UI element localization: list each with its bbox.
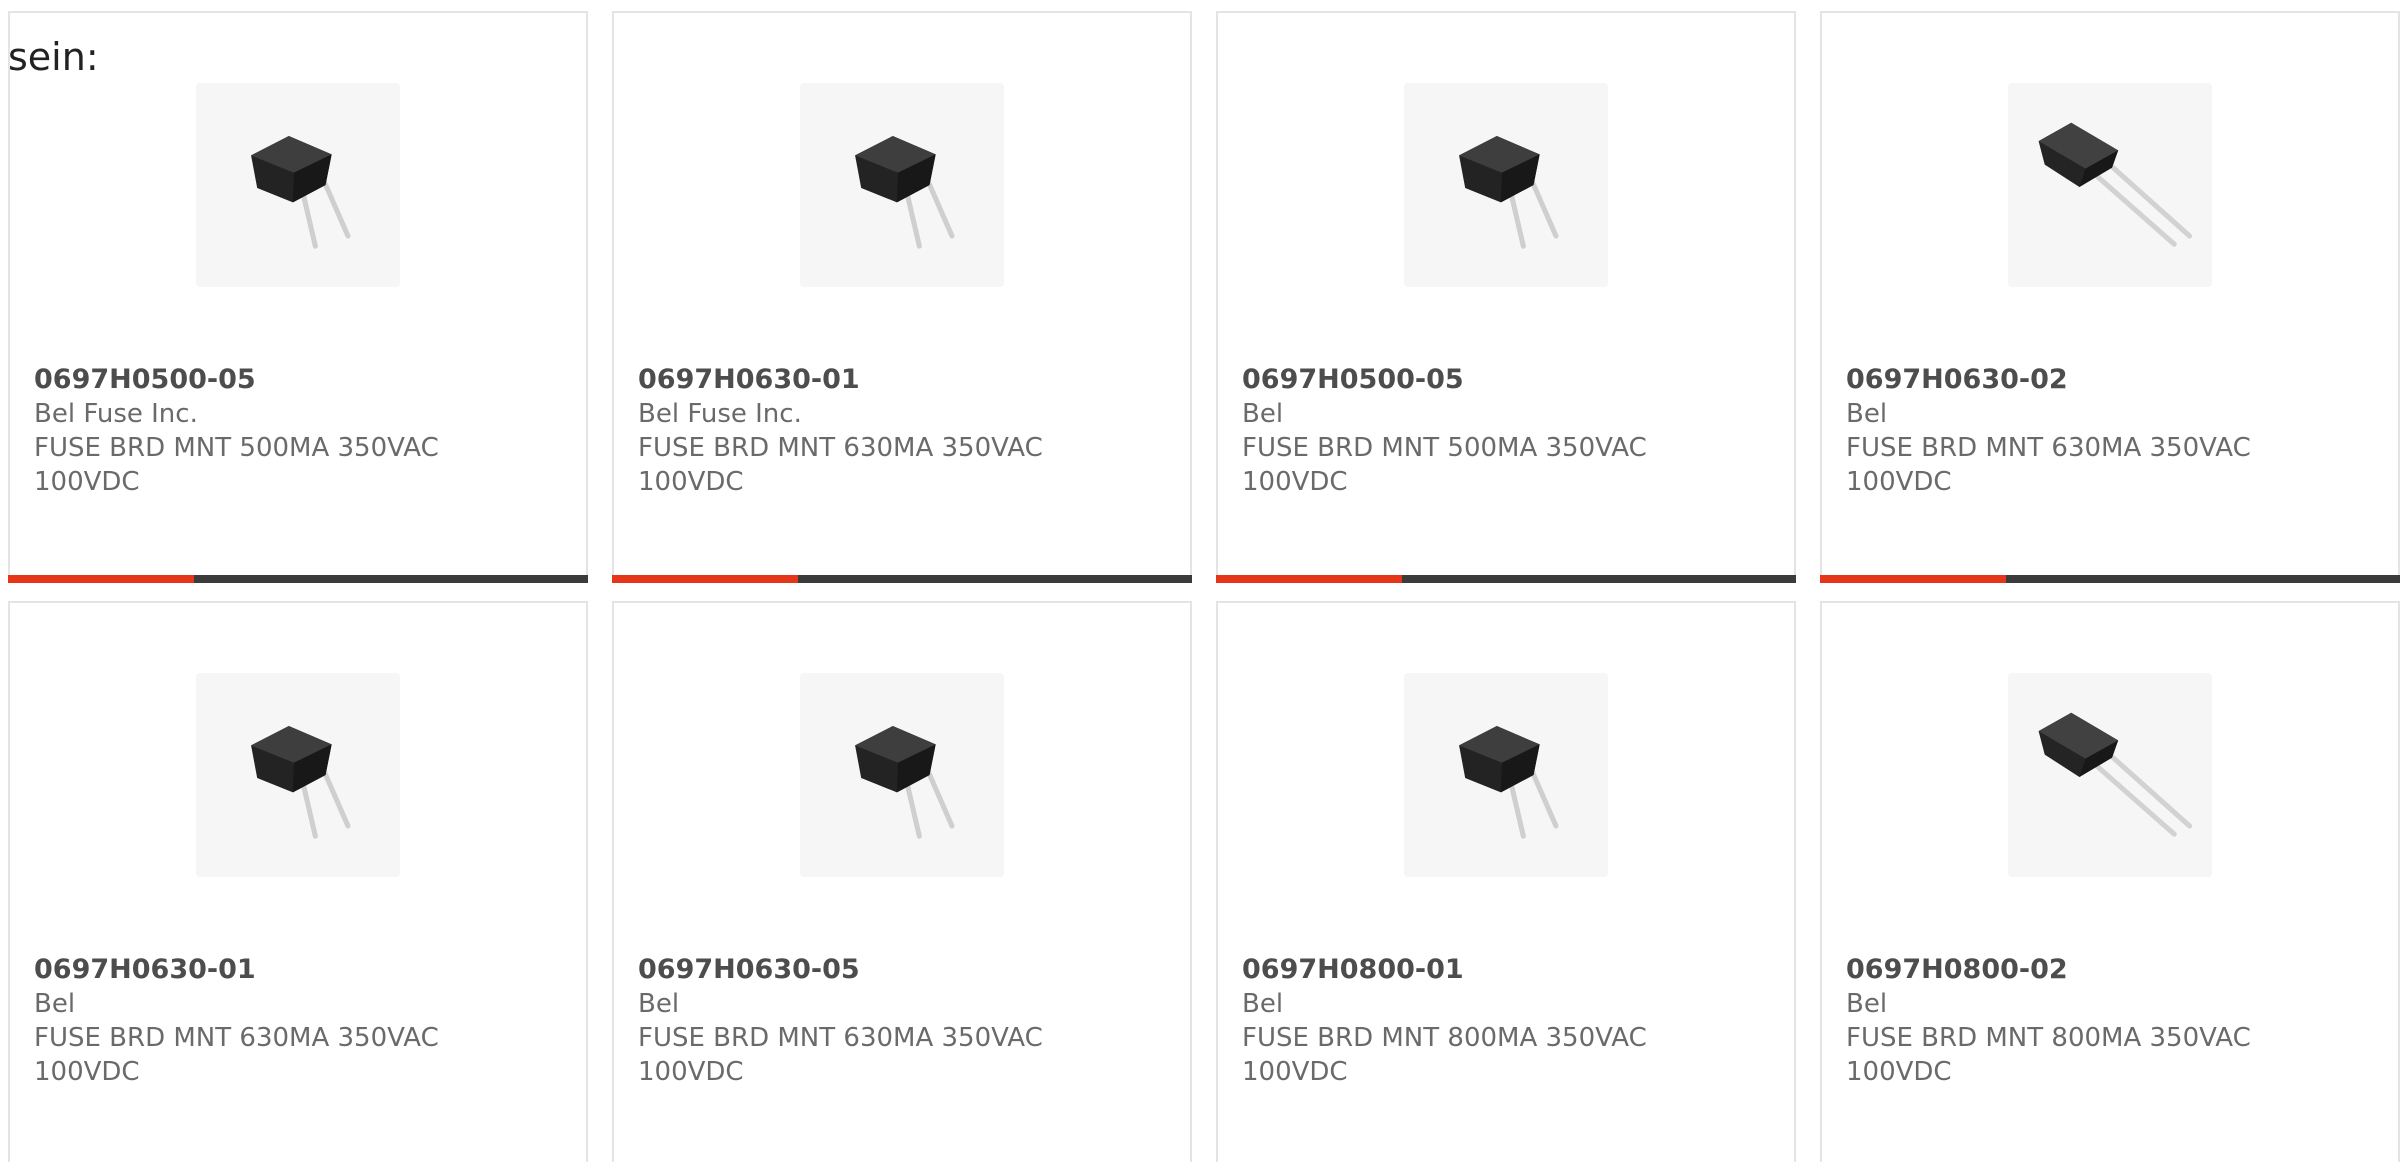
product-card[interactable]: 0697H0500-05 Bel FUSE BRD MNT 500MA 350VAC… [1216, 11, 1796, 583]
description-line-2: 100VDC [1242, 1057, 1348, 1087]
part-number[interactable]: 0697H0630-01 [638, 363, 1043, 397]
card-progress-fill [1216, 575, 1402, 583]
product-image[interactable] [1404, 673, 1608, 877]
description-line-1: FUSE BRD MNT 800MA 350VAC [1846, 1023, 2251, 1053]
manufacturer: Bel [34, 989, 76, 1019]
card-progress-bar [8, 575, 588, 583]
card-progress-bar [1820, 575, 2400, 583]
part-number[interactable]: 0697H0500-05 [34, 363, 439, 397]
product-info: 0697H0630-01 Bel FUSE BRD MNT 630MA 350VAC… [34, 953, 439, 1089]
part-number[interactable]: 0697H0630-05 [638, 953, 1043, 987]
card-progress-bar [612, 575, 1192, 583]
description-line-1: FUSE BRD MNT 500MA 350VAC [1242, 433, 1647, 463]
product-info: 0697H0630-05 Bel FUSE BRD MNT 630MA 350VAC… [638, 953, 1043, 1089]
product-info: 0697H0500-05 Bel Fuse Inc. FUSE BRD MNT 50… [34, 363, 439, 499]
part-number[interactable]: 0697H0500-05 [1242, 363, 1647, 397]
product-image[interactable] [2008, 83, 2212, 287]
product-info: 0697H0630-02 Bel FUSE BRD MNT 630MA 350VAC… [1846, 363, 2251, 499]
product-image[interactable] [800, 83, 1004, 287]
product-info: 0697H0630-01 Bel Fuse Inc. FUSE BRD MNT 63… [638, 363, 1043, 499]
description-line-1: FUSE BRD MNT 500MA 350VAC [34, 433, 439, 463]
part-number[interactable]: 0697H0800-01 [1242, 953, 1647, 987]
card-progress-bar [1216, 575, 1796, 583]
product-card[interactable]: 0697H0630-01 Bel Fuse Inc. FUSE BRD MNT 63… [612, 11, 1192, 583]
description-line-2: 100VDC [638, 1057, 744, 1087]
product-image[interactable] [196, 83, 400, 287]
product-card[interactable]: 0697H0500-05 Bel Fuse Inc. FUSE BRD MNT 50… [8, 11, 588, 583]
description-line-2: 100VDC [638, 467, 744, 497]
product-grid-page: sein: 0697H0500-05 Bel Fuse Inc. FUSE BRD … [0, 0, 2400, 1162]
part-number[interactable]: 0697H0630-02 [1846, 363, 2251, 397]
description-line-1: FUSE BRD MNT 800MA 350VAC [1242, 1023, 1647, 1053]
description-line-2: 100VDC [34, 1057, 140, 1087]
description-line-2: 100VDC [34, 467, 140, 497]
product-card[interactable]: 0697H0800-02 Bel FUSE BRD MNT 800MA 350VAC… [1820, 601, 2400, 1162]
manufacturer: Bel [638, 989, 680, 1019]
product-card[interactable]: 0697H0630-02 Bel FUSE BRD MNT 630MA 350VAC… [1820, 11, 2400, 583]
product-card[interactable]: 0697H0630-05 Bel FUSE BRD MNT 630MA 350VAC… [612, 601, 1192, 1162]
product-card[interactable]: 0697H0800-01 Bel FUSE BRD MNT 800MA 350VAC… [1216, 601, 1796, 1162]
product-image[interactable] [2008, 673, 2212, 877]
card-progress-fill [1820, 575, 2006, 583]
card-progress-fill [8, 575, 194, 583]
product-info: 0697H0800-01 Bel FUSE BRD MNT 800MA 350VAC… [1242, 953, 1647, 1089]
description-line-1: FUSE BRD MNT 630MA 350VAC [638, 1023, 1043, 1053]
manufacturer: Bel [1242, 399, 1284, 429]
part-number[interactable]: 0697H0800-02 [1846, 953, 2251, 987]
description-line-1: FUSE BRD MNT 630MA 350VAC [638, 433, 1043, 463]
manufacturer: Bel [1846, 399, 1888, 429]
manufacturer: Bel Fuse Inc. [34, 399, 198, 429]
manufacturer: Bel [1846, 989, 1888, 1019]
product-image[interactable] [196, 673, 400, 877]
description-line-2: 100VDC [1846, 467, 1952, 497]
product-info: 0697H0500-05 Bel FUSE BRD MNT 500MA 350VAC… [1242, 363, 1647, 499]
description-line-2: 100VDC [1846, 1057, 1952, 1087]
manufacturer: Bel [1242, 989, 1284, 1019]
card-progress-fill [612, 575, 798, 583]
description-line-1: FUSE BRD MNT 630MA 350VAC [1846, 433, 2251, 463]
product-info: 0697H0800-02 Bel FUSE BRD MNT 800MA 350VAC… [1846, 953, 2251, 1089]
description-line-1: FUSE BRD MNT 630MA 350VAC [34, 1023, 439, 1053]
product-image[interactable] [1404, 83, 1608, 287]
part-number[interactable]: 0697H0630-01 [34, 953, 439, 987]
description-line-2: 100VDC [1242, 467, 1348, 497]
product-card[interactable]: 0697H0630-01 Bel FUSE BRD MNT 630MA 350VAC… [8, 601, 588, 1162]
product-image[interactable] [800, 673, 1004, 877]
manufacturer: Bel Fuse Inc. [638, 399, 802, 429]
intro-text: sein: [8, 35, 99, 79]
